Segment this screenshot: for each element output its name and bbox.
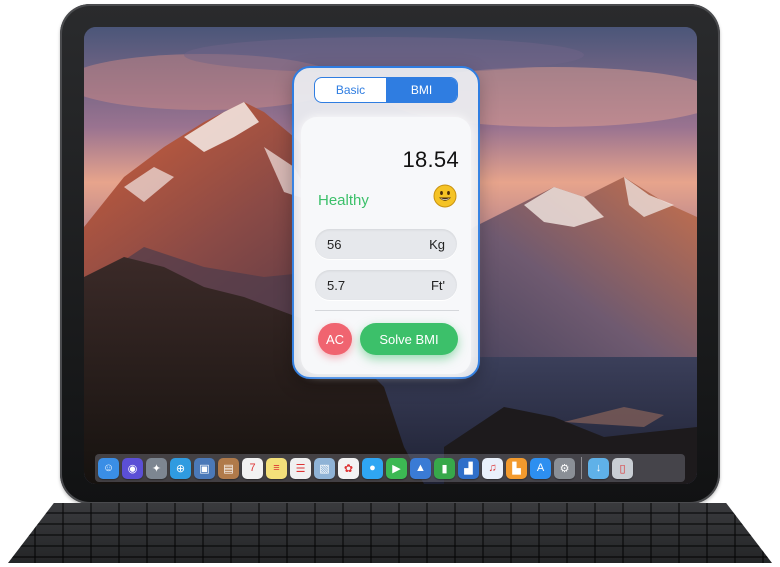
- system-preferences-icon[interactable]: ⚙: [554, 457, 575, 479]
- launchpad-icon[interactable]: ✦: [146, 457, 167, 479]
- bmi-result: 18.54: [402, 147, 459, 172]
- keynote-icon[interactable]: ▲: [410, 457, 431, 479]
- photo-browser-icon[interactable]: ▣: [194, 457, 215, 479]
- height-unit-label: Ft': [430, 277, 445, 293]
- keyboard-keys: [8, 503, 772, 563]
- tab-bmi[interactable]: BMI: [386, 78, 457, 102]
- clear-button[interactable]: AC: [318, 323, 352, 355]
- height-input[interactable]: 5.7 Ft': [315, 270, 457, 300]
- bmi-status-label: Healthy: [318, 192, 369, 209]
- mode-segmented-control: Basic BMI: [314, 77, 458, 103]
- safari-icon[interactable]: ⊕: [170, 457, 191, 479]
- downloads-folder-icon[interactable]: ↓: [588, 457, 609, 479]
- numbers-icon[interactable]: ▮: [434, 457, 455, 479]
- divider: [315, 310, 459, 311]
- calculator-card: 18.54 Healthy 56 Kg 5.7 Ft' AC Solve BMI: [301, 117, 471, 374]
- preview-icon[interactable]: ▧: [314, 457, 335, 479]
- itunes-icon[interactable]: ♫: [482, 457, 503, 479]
- weight-input[interactable]: 56 Kg: [315, 229, 457, 259]
- calendar-icon[interactable]: 7: [242, 457, 263, 479]
- weight-value: 56: [327, 236, 342, 252]
- notes-icon[interactable]: ≡: [266, 457, 287, 479]
- dock: ☺ ◉ ✦ ⊕ ▣ ▤ 7 ≡ ☰ ▧ ✿ ● ▶ ▲ ▮ ▟ ♫ ▙ A ⚙ ↓ ▯: [95, 454, 685, 482]
- desktop-screen: Basic BMI 18.54 Healthy 56 Kg 5.7 Ft' AC…: [84, 27, 697, 484]
- reminders-icon[interactable]: ☰: [290, 457, 311, 479]
- keyboard: [8, 503, 772, 563]
- weight-unit-label: Kg: [429, 236, 445, 252]
- trash-icon[interactable]: ▯: [612, 457, 633, 479]
- ibooks-icon[interactable]: ▙: [506, 457, 527, 479]
- facetime-icon[interactable]: ▶: [386, 457, 407, 479]
- finder-icon[interactable]: ☺: [98, 457, 119, 479]
- smiley-face-icon: [433, 184, 457, 213]
- messages-icon[interactable]: ●: [362, 457, 383, 479]
- presentation-icon[interactable]: ▟: [458, 457, 479, 479]
- height-value: 5.7: [327, 277, 346, 293]
- app-store-icon[interactable]: A: [530, 457, 551, 479]
- dock-separator: [581, 457, 582, 479]
- photos-icon[interactable]: ✿: [338, 457, 359, 479]
- tab-basic[interactable]: Basic: [315, 78, 386, 102]
- bmi-calculator-window: Basic BMI 18.54 Healthy 56 Kg 5.7 Ft' AC…: [292, 66, 480, 379]
- solve-bmi-button[interactable]: Solve BMI: [360, 323, 458, 355]
- siri-icon[interactable]: ◉: [122, 457, 143, 479]
- contacts-icon[interactable]: ▤: [218, 457, 239, 479]
